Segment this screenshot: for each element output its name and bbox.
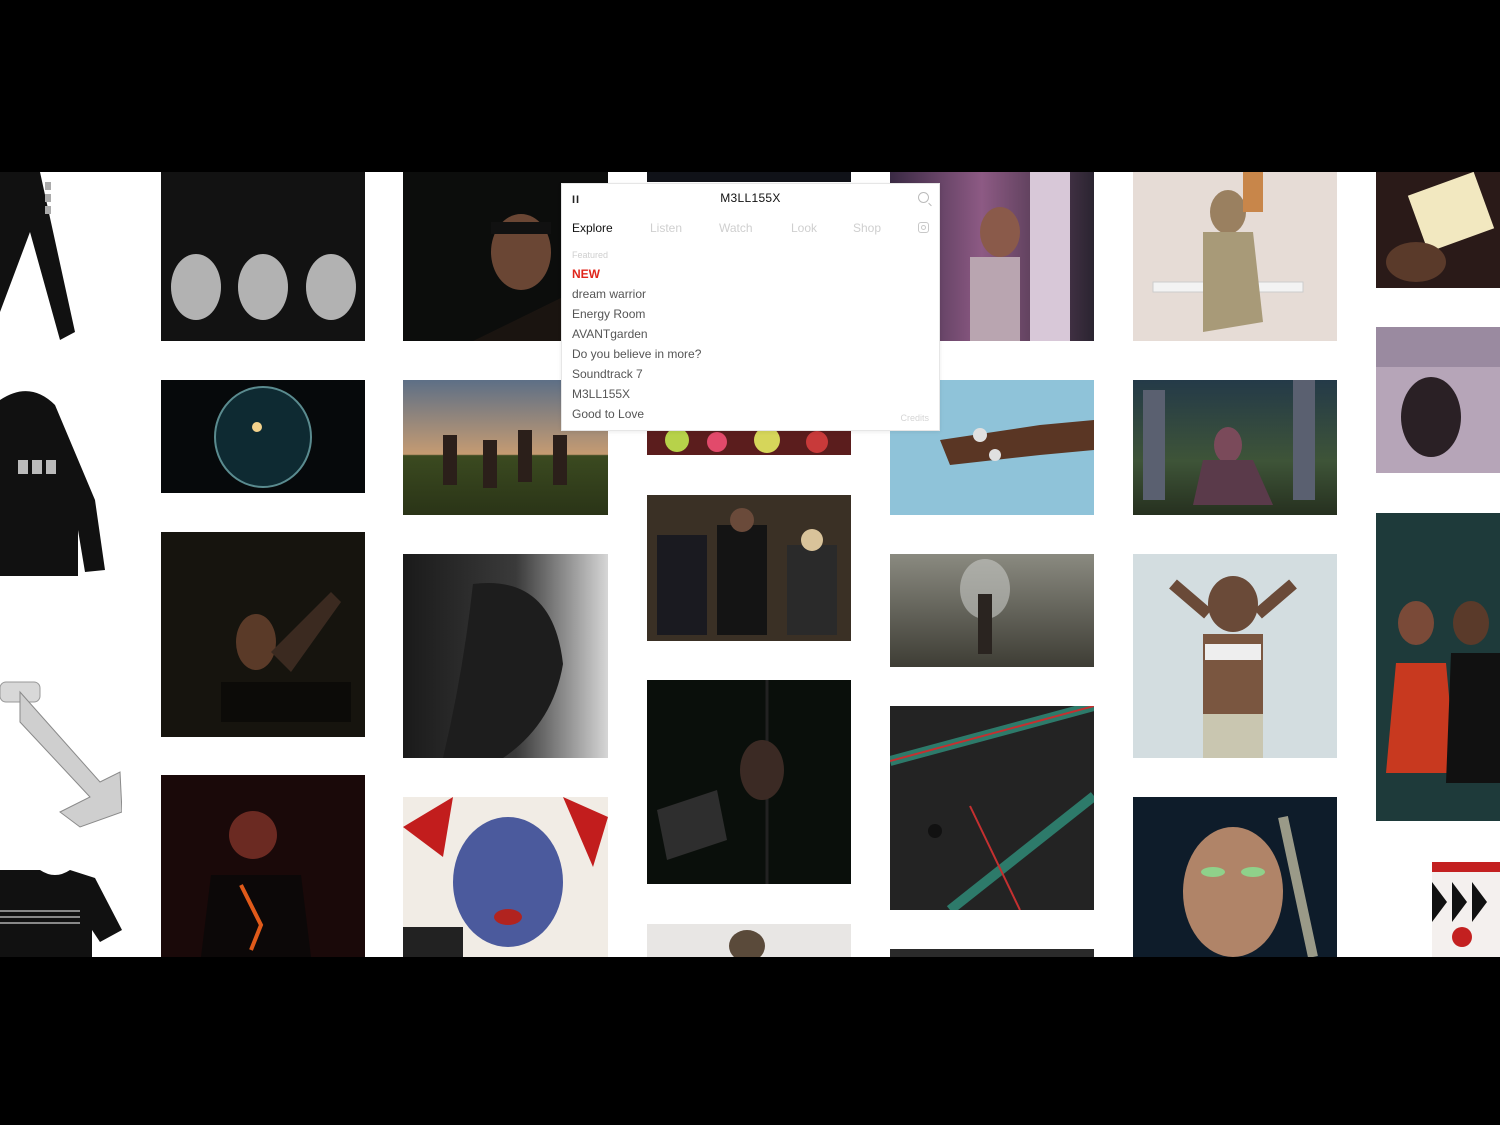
menu-item-avantgarden[interactable]: AVANTgarden [572, 326, 701, 346]
tile-dancers-bottom[interactable] [647, 924, 851, 957]
tab-watch[interactable]: Watch [719, 221, 753, 235]
menu-item-m3ll155x[interactable]: M3LL155X [572, 386, 701, 406]
product-metal-chain[interactable] [0, 662, 123, 832]
tile-red-light-crowd[interactable] [161, 775, 365, 957]
tile-screen-text[interactable] [1376, 327, 1500, 473]
tile-dancer-dark[interactable] [161, 532, 365, 737]
menu-item-dream-warrior[interactable]: dream warrior [572, 286, 701, 306]
menu-item-soundtrack-7[interactable]: Soundtrack 7 [572, 366, 701, 386]
product-tshirt[interactable] [0, 870, 122, 957]
tile-bench-sitter[interactable] [1133, 172, 1337, 341]
tile-greenhouse-figure[interactable] [890, 554, 1094, 667]
section-label-featured: Featured [572, 250, 609, 260]
tile-orb-space[interactable] [161, 380, 365, 493]
tab-look[interactable]: Look [791, 221, 817, 235]
product-hoodie[interactable] [0, 380, 105, 576]
tile-dark-bottom[interactable] [890, 949, 1094, 957]
instagram-icon[interactable] [918, 222, 929, 233]
tile-tarot-card[interactable] [1376, 172, 1500, 288]
menu-item-energy-room[interactable]: Energy Room [572, 306, 701, 326]
tile-ruins-pose[interactable] [1133, 380, 1337, 515]
product-sweatpants[interactable] [0, 172, 75, 342]
tile-top-col4[interactable] [647, 172, 851, 182]
tile-party-scene[interactable] [647, 495, 851, 641]
tile-satin-fabric[interactable] [890, 706, 1094, 910]
menu-item-good-to-love[interactable]: Good to Love [572, 406, 701, 426]
tab-explore[interactable]: Explore [572, 221, 613, 235]
tab-shop[interactable]: Shop [853, 221, 881, 235]
tab-listen[interactable]: Listen [650, 221, 682, 235]
tile-patterned-shorts[interactable] [1432, 862, 1500, 957]
credits-link[interactable]: Credits [900, 413, 929, 423]
tile-trio-red[interactable] [1376, 513, 1500, 821]
navigation-menu: II M3LL155X Explore Listen Watch Look Sh… [561, 183, 940, 431]
menu-item-do-you-believe[interactable]: Do you believe in more? [572, 346, 701, 366]
menu-tabs: Explore Listen Watch Look Shop [572, 221, 929, 237]
tile-hands-on-head[interactable] [1133, 554, 1337, 758]
tile-aerial-rope[interactable] [647, 680, 851, 884]
tile-profile-bw[interactable] [403, 554, 608, 758]
featured-list: NEW dream warrior Energy Room AVANTgarde… [572, 266, 701, 426]
tile-green-eyeshadow[interactable] [1133, 797, 1337, 957]
site-title[interactable]: M3LL155X [562, 191, 939, 205]
menu-item-new[interactable]: NEW [572, 266, 701, 286]
tile-merch-tee-heads[interactable] [161, 172, 365, 341]
search-icon[interactable] [918, 192, 929, 203]
tile-collage-blue-face[interactable] [403, 797, 608, 957]
